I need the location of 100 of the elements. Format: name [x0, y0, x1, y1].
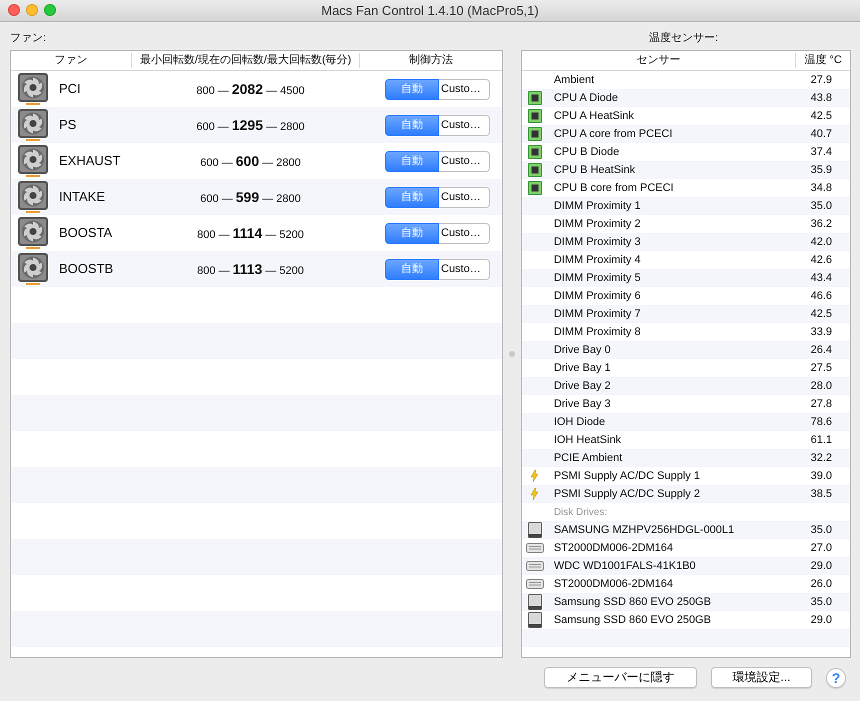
rpm-reading: 800 — 1113 — 5200: [197, 264, 304, 276]
temperature-value: 42.0: [810, 236, 832, 248]
fan-name: BOOSTB: [59, 260, 114, 278]
column-header[interactable]: 最小回転数/現在の回転数/最大回転数(毎分): [140, 54, 352, 66]
temperature-value: 42.6: [810, 254, 832, 266]
temperature-value: 32.2: [810, 452, 832, 464]
chip-icon: [528, 181, 542, 195]
temperature-value: 40.7: [810, 128, 832, 140]
lightning-icon: [530, 470, 540, 482]
temperature-value: 36.2: [810, 218, 832, 230]
dialog-button[interactable]: 環境設定...: [711, 667, 812, 688]
temperature-value: 26.4: [810, 344, 832, 356]
section-label: ファン:: [10, 31, 46, 45]
temperature-value: 27.0: [810, 542, 832, 554]
temperature-value: 35.0: [810, 524, 832, 536]
chip-icon: [528, 109, 542, 123]
drive-icon: [528, 594, 542, 610]
temperature-value: 46.6: [810, 290, 832, 302]
sensor-name: Drive Bay 3: [552, 398, 611, 410]
sensor-name: PSMI Supply AC/DC Supply 2: [552, 488, 700, 500]
split-handle[interactable]: [508, 351, 515, 357]
sensor-name: CPU B core from PCECI: [552, 182, 674, 194]
temperature-value: 43.4: [810, 272, 832, 284]
sensor-name: PSMI Supply AC/DC Supply 1: [552, 470, 700, 482]
fan-icon: [17, 180, 49, 214]
sensor-name: DIMM Proximity 2: [552, 218, 641, 230]
drive-icon: [528, 612, 542, 628]
sensor-name: DIMM Proximity 7: [552, 308, 641, 320]
minimize-button[interactable]: [26, 4, 38, 16]
dialog-button[interactable]: メニューバーに隠す: [544, 667, 697, 688]
column-header[interactable]: 制御方法: [409, 54, 454, 66]
sensor-name: Drive Bay 2: [552, 380, 611, 392]
segment-button[interactable]: Custo…: [439, 78, 490, 100]
temperature-value: 61.1: [810, 434, 832, 446]
column-header[interactable]: センサー: [636, 54, 680, 66]
sensor-name: PCIE Ambient: [552, 452, 622, 464]
temperature-value: 26.0: [810, 578, 832, 590]
rpm-reading: 600 — 600 — 2800: [200, 156, 301, 168]
sensor-name: IOH HeatSink: [552, 434, 622, 446]
fan-icon: [17, 144, 49, 178]
fan-name: INTAKE: [59, 188, 105, 206]
temperature-value: 78.6: [810, 416, 832, 428]
rpm-reading: 600 — 599 — 2800: [200, 192, 301, 204]
sensor-name: DIMM Proximity 6: [552, 290, 641, 302]
section-label: 温度センサー:: [648, 30, 718, 45]
temperature-value: 27.5: [810, 362, 832, 374]
sensor-name: DIMM Proximity 8: [552, 326, 641, 338]
sensor-name: CPU A HeatSink: [552, 110, 634, 122]
chip-icon: [528, 127, 542, 141]
sensor-name: WDC WD1001FALS-41K1B0: [552, 560, 696, 572]
sensor-name: ST2000DM006-2DM164: [552, 578, 674, 590]
help-button[interactable]: ?: [826, 668, 846, 688]
temperature-value: 27.9: [810, 74, 832, 86]
fan-icon: [17, 108, 49, 142]
segment-button[interactable]: Custo…: [439, 114, 490, 136]
chip-icon: [528, 91, 542, 105]
sensor-name: Samsung SSD 860 EVO 250GB: [552, 596, 711, 608]
temperature-value: 38.5: [810, 488, 832, 500]
fan-name: PCI: [59, 80, 81, 98]
sensor-name: Ambient: [552, 74, 594, 86]
fan-icon: [17, 252, 49, 286]
temperature-value: 35.0: [810, 200, 832, 212]
sensor-name: DIMM Proximity 1: [552, 200, 641, 212]
sensor-name: CPU B HeatSink: [552, 164, 636, 176]
temperature-value: 29.0: [810, 614, 832, 626]
segment-button[interactable]: Custo…: [439, 222, 490, 244]
temperature-value: 42.5: [810, 308, 832, 320]
sensor-name: IOH Diode: [552, 416, 606, 428]
fan-name: EXHAUST: [59, 152, 120, 170]
temperature-value: 42.5: [810, 110, 832, 122]
sensor-name: DIMM Proximity 4: [552, 254, 641, 266]
sensor-name: DIMM Proximity 5: [552, 272, 641, 284]
zoom-button[interactable]: [44, 4, 56, 16]
sensor-name: CPU B Diode: [552, 146, 620, 158]
fan-icon: [17, 216, 49, 250]
sensor-name: DIMM Proximity 3: [552, 236, 641, 248]
group-label: Disk Drives:: [552, 506, 608, 518]
column-header[interactable]: 温度 °C: [804, 54, 842, 66]
close-button[interactable]: [8, 4, 20, 16]
temperature-value: 29.0: [810, 560, 832, 572]
temperature-value: 39.0: [810, 470, 832, 482]
segment-button[interactable]: Custo…: [439, 150, 490, 172]
sensor-name: CPU A core from PCECI: [552, 128, 672, 140]
temperature-value: 35.9: [810, 164, 832, 176]
segment-button[interactable]: Custo…: [439, 186, 490, 208]
temperature-value: 28.0: [810, 380, 832, 392]
sensor-name: Samsung SSD 860 EVO 250GB: [552, 614, 711, 626]
fan-name: BOOSTA: [59, 224, 112, 242]
lightning-icon: [530, 488, 540, 500]
rpm-reading: 600 — 1295 — 2800: [196, 120, 305, 132]
column-header[interactable]: ファン: [54, 54, 88, 66]
temperature-value: 43.8: [810, 92, 832, 104]
segment-button[interactable]: Custo…: [439, 258, 490, 280]
temperature-value: 27.8: [810, 398, 832, 410]
drive-icon: [528, 522, 542, 538]
chip-icon: [528, 163, 542, 177]
sensor-name: ST2000DM006-2DM164: [552, 542, 674, 554]
temperature-value: 34.8: [810, 182, 832, 194]
fan-icon: [17, 72, 49, 106]
window-title: Macs Fan Control 1.4.10 (MacPro5,1): [321, 2, 539, 20]
